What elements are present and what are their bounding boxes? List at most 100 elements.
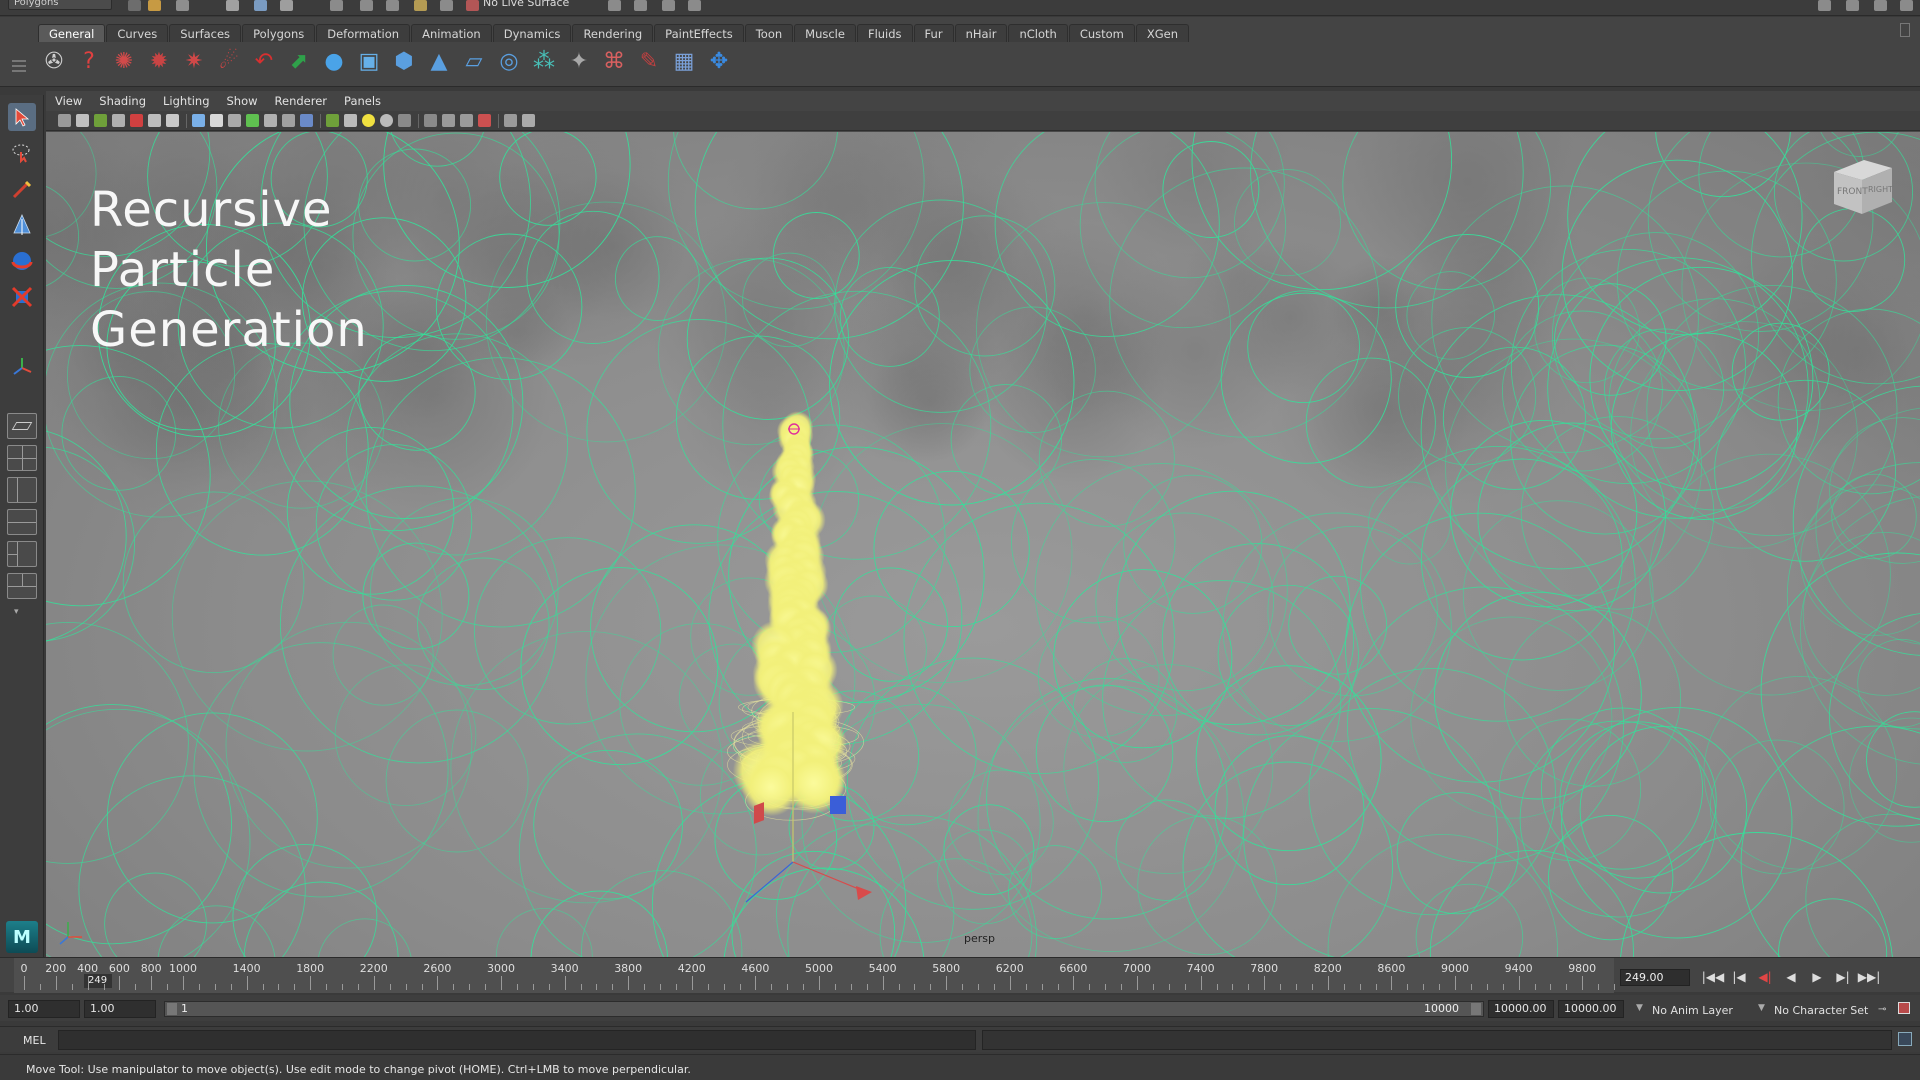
lasso-tool[interactable] [8,139,36,167]
script-editor-button[interactable] [1898,1032,1912,1046]
wireframe-on-shaded-icon[interactable] [326,114,339,127]
uv-icon[interactable]: ▦ [670,48,698,76]
command-language-label[interactable]: MEL [23,1034,46,1047]
safe-title-icon[interactable] [264,114,277,127]
make-live-icon[interactable] [440,0,453,11]
cone-icon[interactable]: ▲ [425,48,453,76]
animation-end-field[interactable]: 10000.00 [1558,1000,1624,1018]
paint-select-tool[interactable] [8,175,36,203]
rotate-tool[interactable] [8,247,36,275]
textured-icon[interactable] [344,114,357,127]
shelf-tab-fur[interactable]: Fur [913,24,954,42]
select-hierarchy-icon[interactable] [226,0,239,11]
safe-action-icon[interactable] [246,114,259,127]
open-scene-icon[interactable] [148,0,161,11]
layer-editor-toggle-icon[interactable] [1900,0,1913,11]
render-frame-icon[interactable] [634,0,647,11]
emitter-icon[interactable]: ✦ [565,48,593,76]
step-back-frame-button[interactable]: ◀| [1752,968,1778,986]
attribute-editor-toggle-icon[interactable] [1818,0,1831,11]
shelf-tab-rendering[interactable]: Rendering [572,24,654,42]
shelf-tab-animation[interactable]: Animation [411,24,492,42]
play-backwards-button[interactable]: ◀ [1778,968,1804,986]
select-component-icon[interactable] [280,0,293,11]
current-time-field[interactable]: 249.00 [1620,969,1690,986]
range-end-handle[interactable] [1471,1003,1481,1015]
go-to-start-button[interactable]: |◀◀ [1700,968,1726,986]
history-icon[interactable] [608,0,621,11]
film-gate-icon[interactable] [166,114,179,127]
anti-alias-icon[interactable] [442,114,455,127]
render-view-icon[interactable]: ✹ [145,48,173,76]
go-to-end-button[interactable]: ▶▶| [1856,968,1882,986]
particle-icon[interactable]: ⁂ [530,48,558,76]
outliner-graph-layout-icon[interactable] [7,573,37,599]
xray-icon[interactable] [460,114,473,127]
play-forwards-button[interactable]: ▶ [1804,968,1830,986]
sphere-icon[interactable]: ● [320,48,348,76]
time-ruler[interactable]: 249 0 200 400 600 800 1000 1400 1800 2200 2600 300… [14,958,1615,993]
shelf-tab-general[interactable]: General [38,24,106,42]
resolution-gate-icon[interactable] [192,114,205,127]
field-icon[interactable]: ⌘ [600,48,628,76]
snap-grid-icon[interactable] [330,0,343,11]
playback-end-field[interactable]: 10000.00 [1488,1000,1554,1018]
field-chart-icon[interactable] [228,114,241,127]
move-icon[interactable]: ⬈ [285,48,313,76]
channel-box-toggle-icon[interactable] [1874,0,1887,11]
shelf-tab-nhair[interactable]: nHair [954,24,1008,42]
panel-menu-view[interactable]: View [55,94,82,108]
tool-settings-toggle-icon[interactable] [1846,0,1859,11]
grease-pencil-icon[interactable] [130,114,143,127]
2d-pan-icon[interactable] [112,114,125,127]
lasso-icon[interactable]: ↶ [250,48,278,76]
hypershade-icon[interactable]: ✺ [110,48,138,76]
move-tool[interactable] [8,211,36,239]
shelf-tab-polygons[interactable]: Polygons [242,24,316,42]
shelf-tab-muscle[interactable]: Muscle [794,24,856,42]
camera-attributes-icon[interactable] [58,114,71,127]
plane-icon[interactable]: ▱ [460,48,488,76]
shelf-tab-deformation[interactable]: Deformation [316,24,411,42]
auto-key-icon[interactable]: ⊸ [1878,1004,1886,1015]
persp-outliner-layout-icon[interactable] [7,477,37,503]
shelf-tab-toon[interactable]: Toon [744,24,794,42]
perspective-viewport[interactable]: Recursive Particle Generation persp FRON… [46,132,1920,957]
range-start-handle[interactable] [167,1003,177,1015]
shelf-tab-fluids[interactable]: Fluids [856,24,913,42]
shelf-options-button[interactable] [1900,23,1910,37]
character-set-dropdown-icon[interactable]: ▼ [1758,1003,1765,1013]
ipr-icon[interactable] [662,0,675,11]
motion-blur-icon[interactable] [424,114,437,127]
save-scene-icon[interactable] [176,0,189,11]
cylinder-icon[interactable]: ⬢ [390,48,418,76]
render-current-icon[interactable]: ✷ [180,48,208,76]
isolate-select-icon[interactable] [478,114,491,127]
snap-plane-icon[interactable] [414,0,427,11]
transform-icon[interactable]: ✥ [705,48,733,76]
grid-icon[interactable] [148,114,161,127]
cube-icon[interactable]: ▣ [355,48,383,76]
last-used-tool[interactable] [8,353,36,381]
step-back-key-button[interactable]: |◀ [1726,968,1752,986]
shelf-tab-ncloth[interactable]: nCloth [1008,24,1068,42]
xray-components-icon[interactable] [522,114,535,127]
shelf-tab-surfaces[interactable]: Surfaces [169,24,242,42]
menu-set-selector[interactable]: Polygons [8,0,112,10]
ambient-occlusion-icon[interactable] [398,114,411,127]
film-reel-icon[interactable]: ✇ [40,48,68,76]
image-plane-icon[interactable] [94,114,107,127]
help-icon[interactable]: ? [75,48,103,76]
panel-menu-panels[interactable]: Panels [344,94,381,108]
scale-tool[interactable] [8,283,36,311]
torus-icon[interactable]: ◎ [495,48,523,76]
persp-graph-layout-icon[interactable] [7,509,37,535]
panel-menu-renderer[interactable]: Renderer [275,94,328,108]
select-tool[interactable] [8,103,36,131]
playback-start-field[interactable]: 1.00 [84,1000,156,1018]
shelf-menu-handle[interactable] [12,57,26,83]
hypershade-persp-layout-icon[interactable] [7,541,37,567]
shelf-tab-painteffects[interactable]: PaintEffects [654,24,744,42]
shadows-icon[interactable] [380,114,393,127]
shelf-tab-custom[interactable]: Custom [1068,24,1135,42]
